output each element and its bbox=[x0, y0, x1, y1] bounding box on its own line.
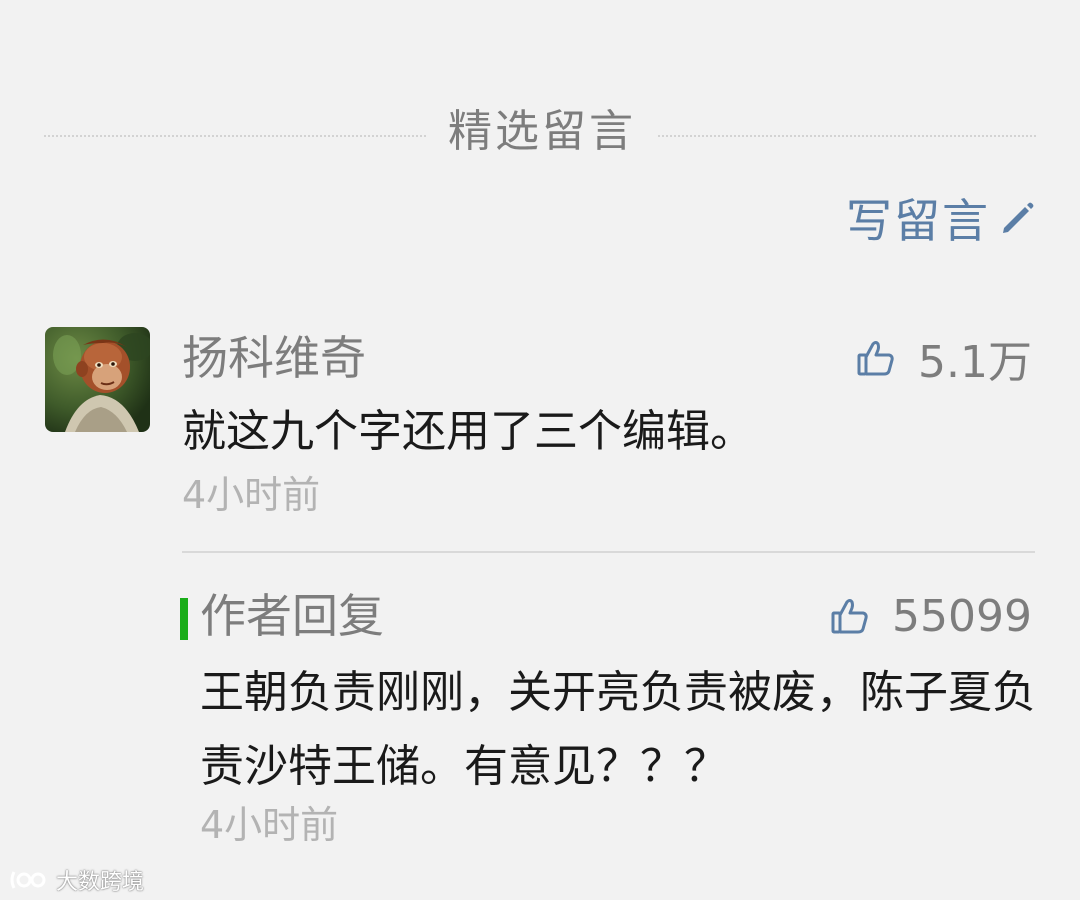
watermark-text: 大数跨境 bbox=[56, 870, 145, 895]
comment-like-count: 5.1万 bbox=[918, 337, 1032, 388]
header-divider-left bbox=[44, 135, 426, 137]
write-comment-button[interactable]: 写留言 bbox=[846, 186, 1038, 250]
reply-like-button[interactable]: 55099 bbox=[830, 586, 1032, 646]
avatar[interactable] bbox=[45, 327, 150, 432]
thumbs-up-icon bbox=[831, 599, 868, 634]
pencil-icon bbox=[1003, 202, 1034, 233]
section-title: 精选留言 bbox=[448, 106, 636, 157]
thumbs-up-icon bbox=[857, 341, 894, 376]
write-comment-label: 写留言 bbox=[846, 194, 990, 248]
comment-text: 就这九个字还用了三个编辑。 bbox=[182, 406, 754, 457]
watermark: 大数跨境 bbox=[8, 862, 144, 898]
comment-divider bbox=[182, 551, 1035, 553]
header-divider-right bbox=[658, 135, 1036, 137]
monkey-avatar-image bbox=[45, 327, 150, 432]
reply-time: 4小时前 bbox=[200, 803, 339, 847]
author-reply-label: 作者回复 bbox=[200, 589, 384, 643]
watermark-logo-icon bbox=[10, 871, 46, 889]
reply-accent-bar bbox=[180, 598, 188, 640]
featured-comments-header: 精选留言 bbox=[0, 100, 1080, 170]
reply-text: 王朝负责刚刚，关开亮负责被废，陈子夏负责沙特王储。有意见？？？ bbox=[200, 667, 1036, 792]
comment-like-button[interactable]: 5.1万 bbox=[856, 328, 1032, 388]
reply-like-count: 55099 bbox=[892, 590, 1032, 642]
comment-time: 4小时前 bbox=[182, 473, 321, 517]
comment-nickname[interactable]: 扬科维奇 bbox=[182, 328, 366, 388]
